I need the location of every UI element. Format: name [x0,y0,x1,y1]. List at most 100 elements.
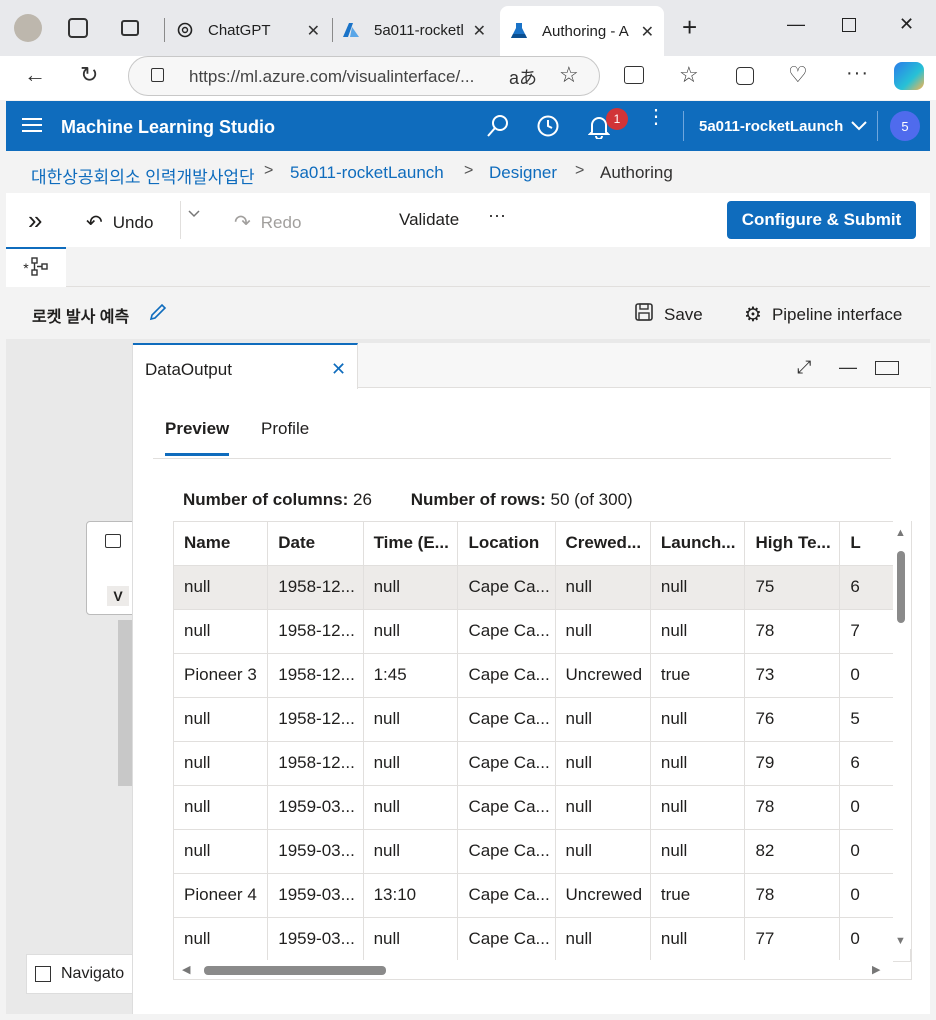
vertical-tabs-icon[interactable] [121,20,139,36]
tab-azure[interactable]: 5a011-rocketl ✕ [338,10,496,50]
new-tab-icon[interactable]: + [682,14,697,40]
column-header-crewed[interactable]: Crewed... [555,522,651,566]
back-icon[interactable]: ← [24,62,46,88]
validate-button[interactable]: Validate [399,210,459,230]
tab-authoring[interactable]: Authoring - A ✕ [500,6,664,56]
close-icon[interactable]: ✕ [331,359,346,380]
split-screen-icon[interactable] [624,66,644,84]
table-cell: 1958-12... [267,609,364,654]
table-row[interactable]: Pioneer 4 1959-03... 13:10 Cape Ca... Uncrew… [174,873,911,918]
table-cell: null [650,829,746,874]
undo-button[interactable]: ↶ Undo [86,210,153,235]
close-tab-icon[interactable]: ✕ [473,21,486,41]
vertical-scrollbar[interactable]: ▲ ▼ [893,521,911,949]
column-header-date[interactable]: Date [267,522,364,566]
maximize-icon[interactable] [842,18,856,32]
profile-avatar-icon[interactable] [14,14,42,42]
pipeline-node[interactable]: V [86,521,136,615]
collections-icon[interactable] [736,67,754,85]
table-row[interactable]: Pioneer 3 1958-12... 1:45 Cape Ca... Uncrewe… [174,653,911,698]
more-actions-button[interactable]: ··· [488,205,506,226]
breadcrumb-designer[interactable]: Designer [489,163,557,183]
table-row[interactable]: null 1958-12... null Cape Ca... null null 75 6 [174,565,911,610]
table-row[interactable]: null 1959-03... null Cape Ca... null null 77 0 [174,917,911,962]
dataoutput-tab[interactable]: DataOutput ✕ [133,343,358,389]
column-header-high-temp[interactable]: High Te... [744,522,841,566]
tab-label: ChatGPT [208,21,271,39]
data-table: Name Date Time (E... Location Crewed... … [174,522,911,962]
column-header-location[interactable]: Location [457,522,556,566]
url-field[interactable]: https://ml.azure.com/visualinterface/...… [128,56,600,96]
table-cell: Cape Ca... [457,741,556,786]
rows-value: 50 (of 300) [550,490,633,509]
expand-icon[interactable]: ⤢ [797,357,811,378]
panel-tab-row: DataOutput ✕ ⤢ — [133,343,931,389]
pipeline-interface-button[interactable]: ⚙ Pipeline interface [744,302,902,327]
undo-dropdown-chevron-icon[interactable] [188,210,200,218]
breadcrumb-org[interactable]: 대한상공회의소 인력개발사업단 [31,163,255,188]
table-cell: Cape Ca... [457,917,556,962]
column-header-time[interactable]: Time (E... [363,522,459,566]
settings-more-icon[interactable]: ··· [846,62,869,85]
column-header-name[interactable]: Name [174,522,269,566]
table-row[interactable]: null 1959-03... null Cape Ca... null null 78 0 [174,785,911,830]
close-window-icon[interactable]: ✕ [899,14,914,35]
vertical-scroll-thumb[interactable] [897,551,905,623]
table-cell: 78 [744,873,841,918]
configure-submit-button[interactable]: Configure & Submit [727,201,916,239]
column-header-launch[interactable]: Launch... [650,522,746,566]
more-options-icon[interactable]: ⋮ [646,107,666,127]
browser-essentials-icon[interactable]: ♡ [788,62,808,88]
scroll-down-arrow-icon[interactable]: ▼ [895,935,906,947]
table-cell: 1958-12... [267,697,364,742]
workspace-selector[interactable]: 5a011-rocketLaunch [699,118,868,135]
horizontal-scrollbar[interactable]: ◀ ▶ [174,960,893,979]
table-row[interactable]: null 1958-12... null Cape Ca... null null 78 7 [174,609,911,654]
tab-preview[interactable]: Preview [165,419,229,439]
scroll-up-arrow-icon[interactable]: ▲ [895,527,906,539]
pipeline-doc-tab[interactable]: * [6,247,66,287]
dock-panel-icon[interactable] [875,361,899,375]
table-cell: null [650,609,746,654]
close-tab-icon[interactable]: ✕ [641,22,654,42]
tab-label: Authoring - A [542,22,629,40]
tab-chatgpt[interactable]: ChatGPT ✕ [172,10,330,50]
table-cell: Pioneer 4 [174,873,269,918]
copilot-icon[interactable] [894,62,924,90]
table-row[interactable]: null 1959-03... null Cape Ca... null null 82 0 [174,829,911,874]
close-tab-icon[interactable]: ✕ [307,21,320,41]
table-row[interactable]: null 1958-12... null Cape Ca... null null 79 6 [174,741,911,786]
app-title[interactable]: Machine Learning Studio [61,117,275,138]
edit-pencil-icon[interactable] [148,302,168,327]
table-cell: Cape Ca... [457,653,556,698]
minimize-panel-icon[interactable]: — [839,357,857,378]
save-button[interactable]: Save [634,302,703,327]
table-cell: 75 [744,565,841,610]
scroll-right-arrow-icon[interactable]: ▶ [872,963,880,976]
expand-panel-icon[interactable]: » [28,205,42,236]
table-row[interactable]: null 1958-12... null Cape Ca... null null 76 5 [174,697,911,742]
refresh-icon[interactable]: ↻ [80,62,98,88]
history-clock-icon[interactable] [536,114,560,143]
table-cell: null [174,741,269,786]
avatar[interactable]: 5 [890,111,920,141]
minimize-icon[interactable]: — [787,14,805,35]
navigator-button[interactable]: Navigato [26,954,136,994]
save-disk-icon [634,302,654,327]
azure-icon [342,21,360,39]
breadcrumb-workspace[interactable]: 5a011-rocketLaunch [290,163,444,183]
lock-icon[interactable] [151,68,164,82]
hamburger-menu-icon[interactable] [22,117,42,138]
favorites-icon[interactable]: ☆ [679,62,699,88]
search-icon[interactable] [486,114,510,143]
favorite-star-icon[interactable]: ☆ [559,62,579,88]
horizontal-scroll-thumb[interactable] [204,966,386,975]
read-aloud-icon[interactable]: aあ [509,64,537,90]
tab-profile[interactable]: Profile [261,419,309,439]
scroll-left-arrow-icon[interactable]: ◀ [182,963,190,976]
tab-actions-icon[interactable] [68,18,88,38]
redo-button[interactable]: ↷ Redo [234,210,301,235]
table-cell: null [555,609,651,654]
navigator-label: Navigato [61,965,125,982]
url-text[interactable]: https://ml.azure.com/visualinterface/... [189,67,474,87]
